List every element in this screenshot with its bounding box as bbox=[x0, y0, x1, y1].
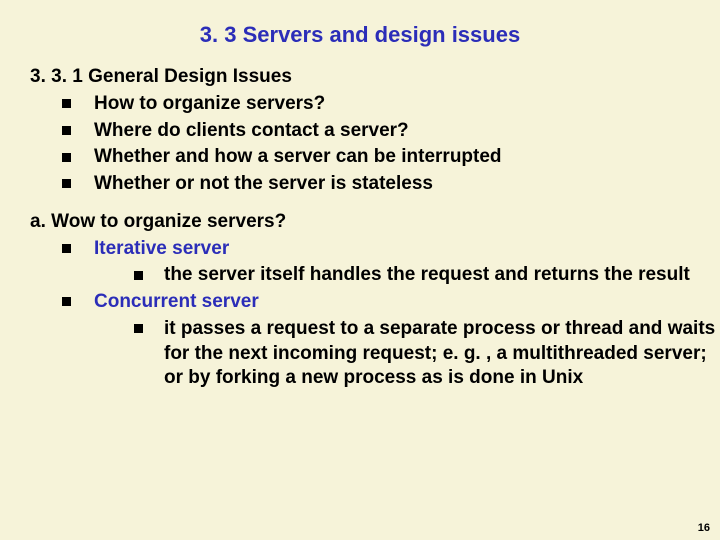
page-number: 16 bbox=[698, 522, 710, 534]
list-item: Iterative server the server itself handl… bbox=[62, 237, 720, 288]
organize-servers-list: Iterative server the server itself handl… bbox=[0, 237, 720, 391]
iterative-server-sublist: the server itself handles the request an… bbox=[94, 263, 720, 288]
section-heading-a: a. Wow to organize servers? bbox=[0, 199, 720, 237]
slide-title: 3. 3 Servers and design issues bbox=[0, 0, 720, 66]
list-item: Whether and how a server can be interrup… bbox=[62, 145, 720, 170]
list-item: How to organize servers? bbox=[62, 92, 720, 117]
list-item: Where do clients contact a server? bbox=[62, 119, 720, 144]
iterative-server-label: Iterative server bbox=[94, 238, 229, 259]
concurrent-server-sublist: it passes a request to a separate proces… bbox=[94, 317, 720, 391]
list-item: it passes a request to a separate proces… bbox=[134, 317, 720, 391]
list-item: Concurrent server it passes a request to… bbox=[62, 290, 720, 391]
list-item: Whether or not the server is stateless bbox=[62, 172, 720, 197]
list-item: the server itself handles the request an… bbox=[134, 263, 720, 288]
general-issues-list: How to organize servers? Where do client… bbox=[0, 92, 720, 197]
concurrent-server-label: Concurrent server bbox=[94, 291, 259, 312]
section-heading-331: 3. 3. 1 General Design Issues bbox=[0, 66, 720, 92]
